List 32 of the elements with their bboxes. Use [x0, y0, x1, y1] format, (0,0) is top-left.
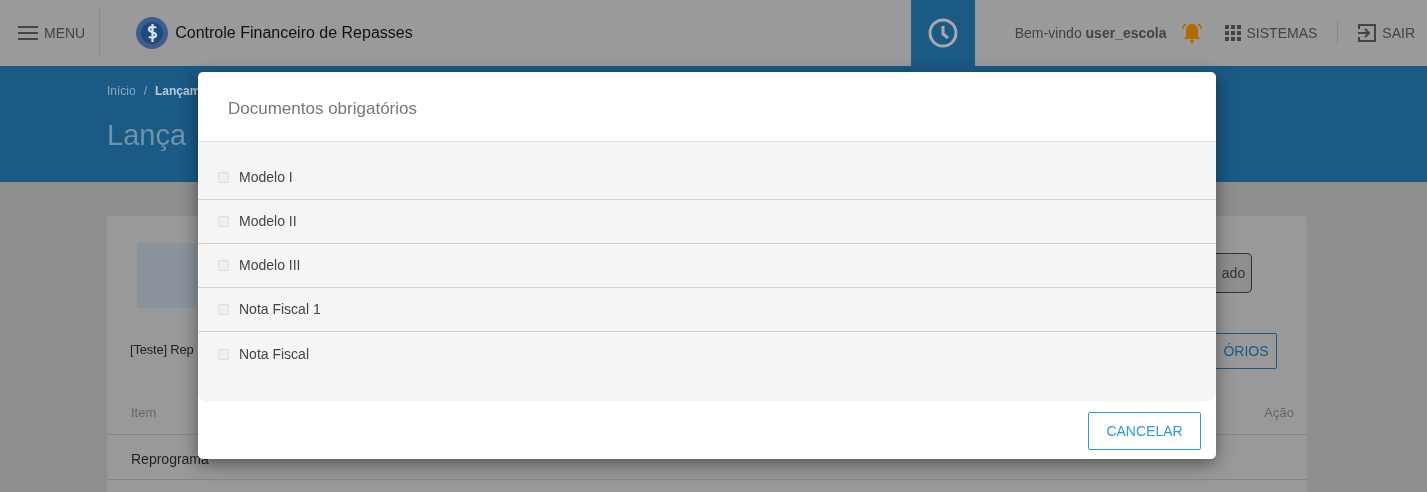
dollar-logo-icon	[134, 15, 171, 51]
menu-icon	[18, 26, 38, 40]
logout-icon	[1358, 24, 1377, 42]
clock-button[interactable]	[910, 0, 975, 66]
systems-button[interactable]: SISTEMAS	[1214, 22, 1328, 44]
card-title: [Teste] Rep	[130, 341, 194, 359]
table-cell-text: Reprograma	[131, 450, 209, 469]
menu-button[interactable]: MENU	[0, 22, 100, 44]
image-placeholder	[137, 243, 197, 308]
page-title: Lança	[107, 120, 187, 152]
document-label: Nota Fiscal	[239, 344, 310, 364]
logout-button[interactable]: SAIR	[1348, 22, 1427, 44]
checkbox[interactable]	[218, 260, 229, 271]
documents-button[interactable]: ÓRIOS	[1216, 333, 1277, 369]
action-button[interactable]: ado	[1216, 253, 1252, 293]
grid-icon	[1224, 25, 1241, 41]
document-label: Modelo I	[239, 168, 293, 187]
breadcrumb-separator: /	[143, 83, 148, 100]
checkbox[interactable]	[218, 348, 229, 360]
welcome-text: Bem-vindo user_escola	[1014, 23, 1167, 43]
clock-icon	[926, 17, 959, 49]
bell-icon[interactable]	[1180, 22, 1203, 44]
document-label: Modelo III	[239, 256, 301, 275]
dialog-title: Documentos obrigatórios	[228, 99, 417, 118]
breadcrumb-link[interactable]: Início	[107, 82, 136, 100]
cancel-button[interactable]: CANCELAR	[1088, 412, 1201, 450]
app-title: Controle Financeiro de Repasses	[175, 23, 413, 43]
checkbox[interactable]	[218, 216, 229, 227]
checkbox[interactable]	[218, 172, 229, 183]
document-label: Nota Fiscal 1	[239, 300, 321, 319]
document-label: Modelo II	[239, 212, 297, 231]
checkbox[interactable]	[218, 304, 229, 315]
